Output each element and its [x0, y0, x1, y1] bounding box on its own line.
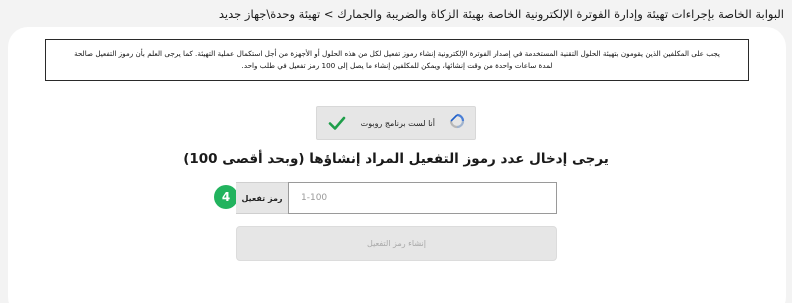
activation-code-label: رمز تفعيل: [236, 182, 289, 214]
checkmark-icon[interactable]: [327, 113, 347, 133]
recaptcha-label: أنا لست برنامج روبوت: [360, 118, 435, 128]
step-number-badge: 4: [214, 185, 238, 209]
notice-line-1: يجب على المكلفين الذين يقومون بتهيئة الح…: [74, 49, 720, 58]
notice-line-2: لمدة ساعات واحدة من وقت إنشائها، ويمكن ل…: [241, 61, 553, 70]
section-heading: يرجى إدخال عدد رموز التفعيل المراد إنشاؤ…: [183, 151, 609, 167]
generate-activation-code-button[interactable]: إنشاء رمز التفعيل: [236, 226, 557, 261]
instructions-notice: يجب على المكلفين الذين يقومون بتهيئة الح…: [45, 39, 749, 81]
breadcrumb: البوابة الخاصة بإجراءات تهيئة وإدارة الف…: [218, 7, 784, 21]
recaptcha-logo-icon: [449, 113, 465, 133]
recaptcha-widget[interactable]: أنا لست برنامج روبوت: [316, 106, 476, 140]
activation-count-input[interactable]: [288, 182, 557, 214]
